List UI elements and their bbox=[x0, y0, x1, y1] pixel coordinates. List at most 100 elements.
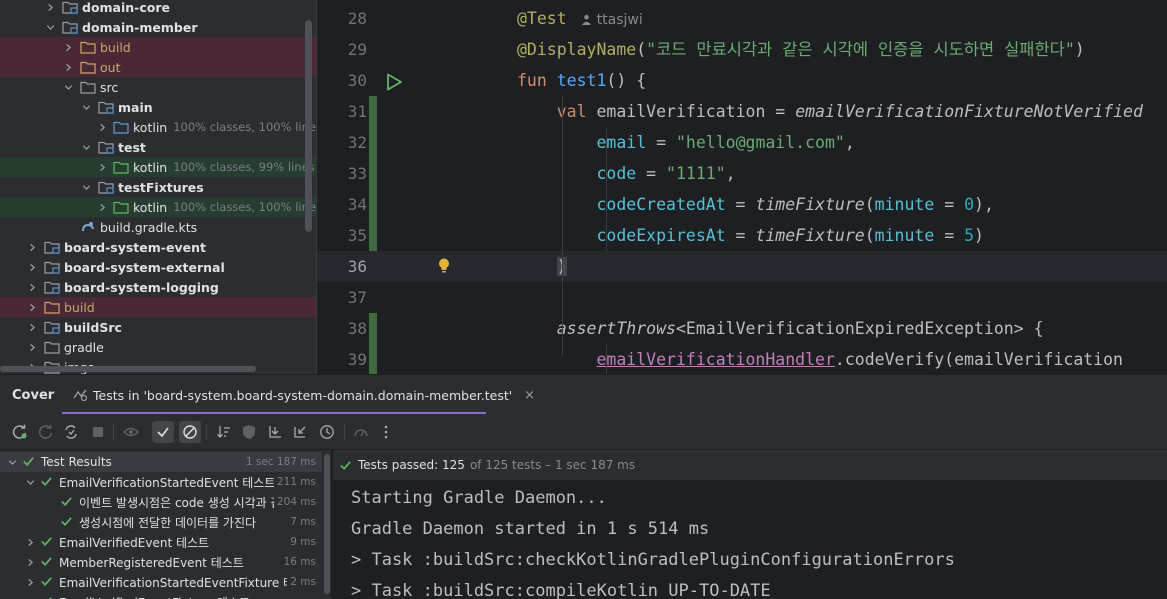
vcs-change-marker[interactable] bbox=[369, 96, 377, 127]
project-tree-item[interactable]: buildSrc bbox=[0, 317, 316, 337]
tab-tests-run[interactable]: Tests in 'board-system.board-system-doma… bbox=[62, 375, 545, 415]
project-tree-item-label: kotlin bbox=[133, 119, 168, 135]
show-ignored-icon[interactable] bbox=[179, 421, 201, 443]
vcs-change-marker[interactable] bbox=[369, 220, 377, 251]
code-line[interactable]: 30 fun test1() { bbox=[317, 65, 1167, 96]
project-tree-item[interactable]: kotlin 100% classes, 100% lines c bbox=[0, 117, 316, 137]
chevron-right-icon[interactable] bbox=[98, 161, 107, 173]
project-tree-item[interactable]: testFixtures bbox=[0, 177, 316, 197]
project-tree-item[interactable]: build bbox=[0, 297, 316, 317]
chevron-right-icon[interactable] bbox=[26, 341, 38, 353]
chevron-down-icon[interactable] bbox=[80, 141, 92, 153]
chevron-down-icon[interactable] bbox=[6, 458, 18, 467]
test-duration: 16 ms bbox=[280, 556, 316, 568]
chevron-right-icon[interactable] bbox=[24, 538, 36, 547]
test-results-scrollbar[interactable] bbox=[324, 454, 330, 594]
project-tree-vertical-scrollbar[interactable] bbox=[305, 20, 312, 232]
project-tree-item[interactable]: test bbox=[0, 137, 316, 157]
chevron-right-icon[interactable] bbox=[24, 558, 36, 567]
project-tree-item[interactable]: src bbox=[0, 77, 316, 97]
collapse-all-icon[interactable] bbox=[291, 423, 309, 441]
test-result-item[interactable]: EmailVerifiedEventFixture 테스트 bbox=[0, 592, 322, 599]
chevron-right-icon[interactable] bbox=[98, 201, 107, 213]
code-text: @DisplayName("코드 만료시각과 같은 시각에 인증을 시도하면 실… bbox=[517, 34, 1085, 65]
rerun-failed-icon[interactable] bbox=[37, 423, 55, 441]
project-tree-item[interactable]: kotlin 100% classes, 100% lines c bbox=[0, 197, 316, 217]
project-tree-item[interactable]: domain-core bbox=[0, 0, 316, 17]
code-line[interactable]: 28 @Test ttasjwi bbox=[317, 3, 1167, 34]
chevron-right-icon[interactable] bbox=[62, 61, 74, 73]
code-line[interactable]: 34 codeCreatedAt = timeFixture(minute = … bbox=[317, 189, 1167, 220]
eye-icon[interactable] bbox=[122, 423, 140, 441]
chevron-right-icon[interactable] bbox=[26, 321, 38, 333]
project-tree-item[interactable]: board-system-external bbox=[0, 257, 316, 277]
project-tree-item[interactable]: build bbox=[0, 37, 316, 57]
chevron-right-icon[interactable] bbox=[26, 301, 38, 313]
test-result-item[interactable]: Test Results 1 sec 187 ms bbox=[0, 452, 322, 472]
chevron-right-icon[interactable] bbox=[24, 578, 36, 587]
chevron-down-icon[interactable] bbox=[44, 21, 56, 33]
project-tree-horizontal-scrollbar[interactable] bbox=[0, 366, 256, 372]
chevron-down-icon[interactable] bbox=[80, 101, 92, 113]
rerun-icon[interactable] bbox=[11, 423, 29, 441]
chevron-right-icon[interactable] bbox=[62, 41, 74, 53]
chevron-right-icon[interactable] bbox=[26, 281, 38, 293]
run-test-icon[interactable] bbox=[385, 73, 403, 91]
chevron-right-icon[interactable] bbox=[26, 241, 38, 253]
vcs-change-marker[interactable] bbox=[369, 189, 377, 220]
chevron-down-icon[interactable] bbox=[62, 81, 74, 93]
chevron-right-icon[interactable] bbox=[98, 121, 107, 133]
show-passed-icon[interactable] bbox=[152, 421, 174, 443]
history-clock-icon[interactable] bbox=[318, 423, 336, 441]
code-line[interactable]: 29 @DisplayName("코드 만료시각과 같은 시각에 인증을 시도하면… bbox=[317, 34, 1167, 65]
chevron-down-icon[interactable] bbox=[80, 181, 92, 193]
project-tree-item[interactable]: build.gradle.kts bbox=[0, 217, 316, 237]
test-result-item[interactable]: EmailVerificationStartedEventFixture 테스트… bbox=[0, 572, 322, 592]
project-tree-item[interactable]: main bbox=[0, 97, 316, 117]
code-editor[interactable]: 28 @Test ttasjwi 29 @DisplayName("코드 만료시각과 같… bbox=[316, 0, 1167, 374]
coverage-icon[interactable] bbox=[352, 423, 370, 441]
code-line[interactable]: 37 bbox=[317, 282, 1167, 313]
code-token: = bbox=[934, 195, 965, 214]
test-name: EmailVerificationStartedEventFixture 테스트 bbox=[59, 575, 317, 590]
stop-icon[interactable] bbox=[89, 423, 107, 441]
vcs-change-marker[interactable] bbox=[369, 313, 377, 344]
vcs-change-marker[interactable] bbox=[369, 127, 377, 158]
code-line[interactable]: 35 codeExpiresAt = timeFixture(minute = … bbox=[317, 220, 1167, 251]
sort-icon[interactable] bbox=[215, 423, 233, 441]
test-result-item[interactable]: EmailVerifiedEvent 테스트 9 ms bbox=[0, 532, 322, 552]
toggle-auto-test-icon[interactable] bbox=[62, 423, 80, 441]
folder-icon bbox=[80, 40, 96, 54]
project-tree-item[interactable]: board-system-event bbox=[0, 237, 316, 257]
test-result-item[interactable]: EmailVerificationStartedEvent 테스트 211 ms bbox=[0, 472, 322, 492]
import-tests-icon[interactable] bbox=[266, 423, 284, 441]
tab-cover[interactable]: Cover bbox=[12, 388, 54, 403]
project-tree-item[interactable]: gradle bbox=[0, 337, 316, 357]
shield-icon[interactable] bbox=[240, 423, 258, 441]
line-number: 31 bbox=[347, 102, 367, 121]
code-line[interactable]: 33 code = "1111", bbox=[317, 158, 1167, 189]
vcs-change-marker[interactable] bbox=[369, 158, 377, 189]
console-output[interactable]: Tests passed: 125 of 125 tests – 1 sec 1… bbox=[333, 450, 1167, 599]
code-line[interactable]: 36 ) bbox=[317, 251, 1167, 282]
chevron-right-icon[interactable] bbox=[44, 1, 56, 13]
project-tree-item[interactable]: out bbox=[0, 57, 316, 77]
lightbulb-icon[interactable] bbox=[437, 257, 451, 275]
chevron-down-icon[interactable] bbox=[24, 478, 36, 487]
vcs-change-marker[interactable] bbox=[369, 344, 377, 374]
code-line[interactable]: 31 val emailVerification = emailVerifica… bbox=[317, 96, 1167, 127]
test-result-item[interactable]: 생성시점에 전달한 데이터를 가진다 7 ms bbox=[0, 512, 322, 532]
project-tree-item[interactable]: board-system-logging bbox=[0, 277, 316, 297]
test-results-tree[interactable]: Test Results 1 sec 187 ms EmailVerificatio… bbox=[0, 450, 332, 599]
code-line[interactable]: 38 assertThrows<EmailVerificationExpired… bbox=[317, 313, 1167, 344]
more-options-icon[interactable] bbox=[377, 423, 395, 441]
project-tree-item[interactable]: kotlin 100% classes, 99% lines co bbox=[0, 157, 316, 177]
close-icon[interactable]: × bbox=[524, 388, 535, 403]
chevron-right-icon[interactable] bbox=[26, 261, 38, 273]
project-tree-item[interactable]: domain-member bbox=[0, 17, 316, 37]
test-result-item[interactable]: 이벤트 발생시점은 code 생성 시각과 같다 204 ms bbox=[0, 492, 322, 512]
code-line[interactable]: 32 email = "hello@gmail.com", bbox=[317, 127, 1167, 158]
project-tree[interactable]: domain-core domain-member build out src main k… bbox=[0, 0, 316, 374]
test-result-item[interactable]: MemberRegisteredEvent 테스트 16 ms bbox=[0, 552, 322, 572]
code-line[interactable]: 39 emailVerificationHandler.codeVerify(e… bbox=[317, 344, 1167, 374]
